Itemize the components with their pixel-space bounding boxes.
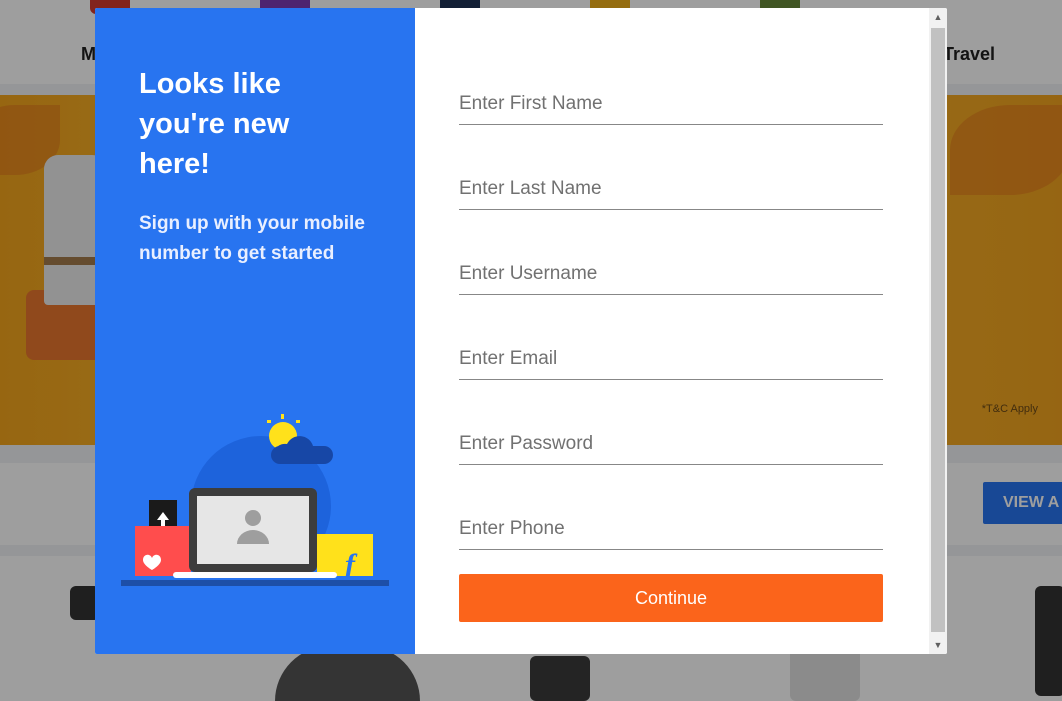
password-field[interactable]: [459, 424, 883, 465]
triangle-up-icon[interactable]: ▲: [929, 8, 947, 26]
modal-scrollbar[interactable]: ▲ ▼: [929, 8, 947, 654]
continue-button[interactable]: Continue: [459, 574, 883, 622]
signup-form: Continue ▲ ▼: [415, 8, 947, 654]
triangle-down-icon[interactable]: ▼: [929, 636, 947, 654]
laptop-login-illustration-icon: f: [121, 414, 389, 586]
signup-info-panel: Looks like you're new here! Sign up with…: [95, 8, 415, 654]
email-field[interactable]: [459, 339, 883, 380]
signup-subtitle: Sign up with your mobile number to get s…: [139, 213, 365, 264]
scrollbar-thumb[interactable]: [931, 28, 945, 632]
phone-field[interactable]: [459, 509, 883, 550]
signup-modal: Looks like you're new here! Sign up with…: [95, 8, 947, 654]
signup-title: Looks like you're new here!: [139, 68, 290, 180]
username-field[interactable]: [459, 254, 883, 295]
last-name-field[interactable]: [459, 169, 883, 210]
first-name-field[interactable]: [459, 84, 883, 125]
